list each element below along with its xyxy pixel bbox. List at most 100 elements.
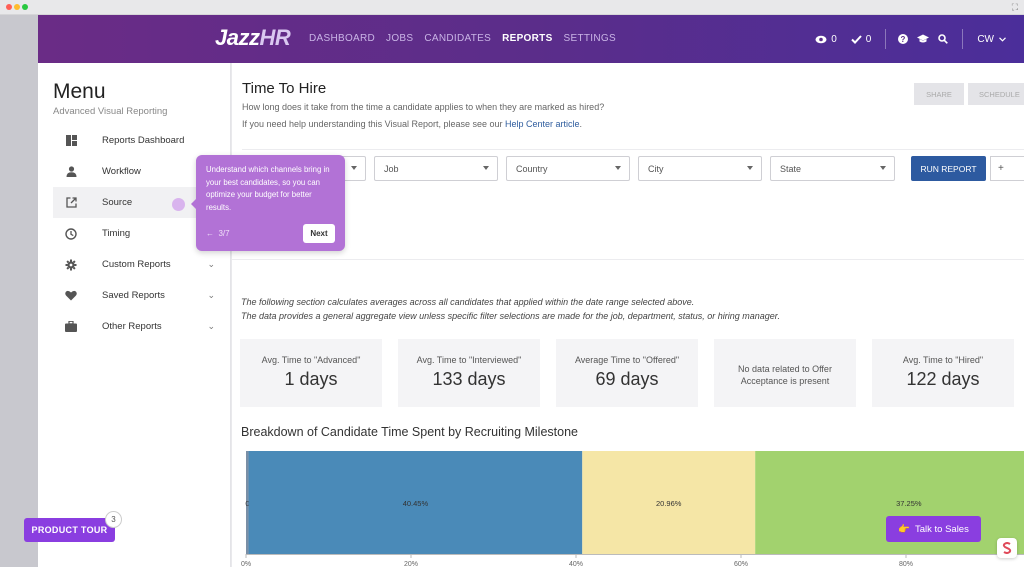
state-filter-select[interactable]: State bbox=[770, 156, 895, 181]
menu-title: Menu bbox=[53, 80, 106, 103]
schedule-button[interactable]: SCHEDULE bbox=[968, 83, 1024, 105]
dashboard-icon bbox=[64, 134, 78, 148]
sidebar-item-saved-reports[interactable]: Saved Reports ⌄ bbox=[53, 280, 223, 311]
tour-hotspot[interactable] bbox=[172, 198, 185, 211]
tooltip-step: ← 3/7 bbox=[206, 229, 230, 238]
sidebar-item-other-reports[interactable]: Other Reports ⌄ bbox=[53, 311, 223, 342]
nav-links: DASHBOARD JOBS CANDIDATES REPORTS SETTIN… bbox=[309, 33, 616, 44]
pointing-hand-icon: 👉 bbox=[898, 523, 910, 535]
milestone-breakdown-chart: 0.31%40.45%20.96%37.25%0%20%40%60%80% bbox=[241, 451, 1024, 567]
chevron-down-icon: ⌄ bbox=[207, 259, 215, 269]
nav-icon-group: ? bbox=[898, 34, 949, 44]
tooltip-arrow bbox=[191, 199, 196, 209]
stat-card-hired: Avg. Time to "Hired" 122 days bbox=[872, 339, 1014, 407]
segment-label-1: 40.45% bbox=[403, 499, 429, 508]
nav-link-settings[interactable]: SETTINGS bbox=[564, 33, 616, 44]
menu-subtitle: Advanced Visual Reporting bbox=[53, 106, 168, 117]
minimize-window-dot[interactable] bbox=[14, 4, 20, 10]
stat-label: Avg. Time to "Advanced" bbox=[261, 355, 361, 365]
stat-card-offered: Average Time to "Offered" 69 days bbox=[556, 339, 698, 407]
city-filter-select[interactable]: City bbox=[638, 156, 762, 181]
sidebar-item-label: Source bbox=[102, 197, 133, 208]
stat-card-offer-acceptance: No data related to Offer Acceptance is p… bbox=[714, 339, 856, 407]
stat-card-advanced: Avg. Time to "Advanced" 1 days bbox=[240, 339, 382, 407]
add-filter-button[interactable]: + bbox=[990, 156, 1024, 181]
nav-link-jobs[interactable]: JOBS bbox=[386, 33, 413, 44]
section-divider bbox=[232, 259, 1024, 260]
graduation-cap-icon[interactable] bbox=[917, 34, 930, 44]
fullscreen-icon[interactable]: ⛶ bbox=[1012, 2, 1018, 13]
product-tour-button[interactable]: PRODUCT TOUR bbox=[24, 518, 115, 542]
caret-down-icon bbox=[351, 166, 357, 170]
back-arrow-icon[interactable]: ← bbox=[206, 229, 214, 238]
brand-logo-icon[interactable] bbox=[997, 538, 1017, 558]
job-filter-select[interactable]: Job bbox=[374, 156, 498, 181]
filter-divider bbox=[242, 149, 1024, 150]
sidebar-item-reports-dashboard[interactable]: Reports Dashboard bbox=[53, 125, 223, 156]
eye-icon bbox=[815, 35, 827, 43]
clock-icon bbox=[64, 227, 78, 241]
stat-label: Avg. Time to "Interviewed" bbox=[416, 355, 522, 365]
chevron-down-icon: ⌄ bbox=[207, 321, 215, 331]
segment-label-2: 20.96% bbox=[656, 499, 682, 508]
views-count: 0 bbox=[831, 33, 837, 45]
note-line-1: The following section calculates average… bbox=[241, 297, 695, 307]
run-report-button[interactable]: RUN REPORT bbox=[911, 156, 986, 181]
tooltip-text: Understand which channels bring in your … bbox=[206, 165, 330, 212]
nav-link-dashboard[interactable]: DASHBOARD bbox=[309, 33, 375, 44]
segment-label-3: 37.25% bbox=[896, 499, 922, 508]
share-button[interactable]: SHARE bbox=[914, 83, 964, 105]
help-center-link[interactable]: Help Center article bbox=[505, 119, 580, 129]
x-tick-label-4: 80% bbox=[899, 561, 913, 567]
page-description: How long does it take from the time a ca… bbox=[242, 102, 605, 112]
browser-chrome: ⛶ bbox=[0, 0, 1024, 15]
svg-text:?: ? bbox=[901, 35, 906, 44]
user-menu[interactable]: CW bbox=[975, 34, 1024, 45]
external-link-icon bbox=[64, 196, 78, 210]
check-icon bbox=[851, 34, 862, 44]
sidebar: Menu Advanced Visual Reporting Reports D… bbox=[38, 63, 231, 567]
heart-icon bbox=[64, 289, 78, 303]
caret-down-icon bbox=[747, 166, 753, 170]
stat-value: 133 days bbox=[432, 369, 506, 389]
nav-divider bbox=[885, 29, 887, 49]
main-panel: Time To Hire How long does it take from … bbox=[232, 63, 1024, 567]
x-tick-label-0: 0% bbox=[241, 561, 251, 567]
stat-value: 69 days bbox=[595, 369, 659, 389]
checks-count: 0 bbox=[865, 33, 872, 45]
tour-tooltip: Understand which channels bring in your … bbox=[191, 155, 345, 251]
briefcase-icon bbox=[64, 320, 78, 334]
nav-link-reports[interactable]: REPORTS bbox=[502, 33, 552, 44]
caret-down-icon bbox=[615, 166, 621, 170]
caret-down-icon bbox=[880, 166, 886, 170]
search-icon[interactable] bbox=[938, 34, 949, 44]
next-button[interactable]: Next bbox=[303, 224, 335, 243]
close-window-dot[interactable] bbox=[6, 4, 12, 10]
talk-to-sales-button[interactable]: 👉 Talk to Sales bbox=[886, 516, 981, 542]
checks-counter[interactable]: 0 bbox=[851, 33, 872, 45]
no-data-message: No data related to Offer Acceptance is p… bbox=[738, 364, 832, 386]
x-tick-label-1: 20% bbox=[404, 561, 418, 567]
sidebar-item-label: Saved Reports bbox=[102, 290, 165, 301]
sidebar-item-label: Timing bbox=[102, 228, 131, 239]
stat-label: Average Time to "Offered" bbox=[574, 355, 680, 365]
person-icon bbox=[64, 165, 78, 179]
views-counter[interactable]: 0 bbox=[815, 34, 837, 45]
sidebar-item-label: Workflow bbox=[102, 166, 141, 177]
sidebar-item-label: Custom Reports bbox=[102, 259, 171, 270]
nav-link-candidates[interactable]: CANDIDATES bbox=[424, 33, 491, 44]
nav-right: 0 0 ? CW bbox=[815, 15, 1024, 63]
stat-label: Avg. Time to "Hired" bbox=[902, 355, 984, 365]
country-filter-select[interactable]: Country bbox=[506, 156, 630, 181]
page-title: Time To Hire bbox=[242, 80, 327, 97]
caret-down-icon bbox=[483, 166, 489, 170]
jazzhr-logo[interactable]: JazzHR bbox=[215, 25, 291, 51]
sidebar-item-custom-reports[interactable]: Custom Reports ⌄ bbox=[53, 249, 223, 280]
help-icon[interactable]: ? bbox=[898, 34, 909, 44]
breakdown-title: Breakdown of Candidate Time Spent by Rec… bbox=[241, 425, 578, 439]
chevron-down-icon bbox=[999, 36, 1006, 42]
chevron-down-icon: ⌄ bbox=[207, 290, 215, 300]
top-nav: JazzHR DASHBOARD JOBS CANDIDATES REPORTS… bbox=[38, 15, 1024, 63]
maximize-window-dot[interactable] bbox=[22, 4, 28, 10]
user-initials: CW bbox=[977, 33, 994, 45]
